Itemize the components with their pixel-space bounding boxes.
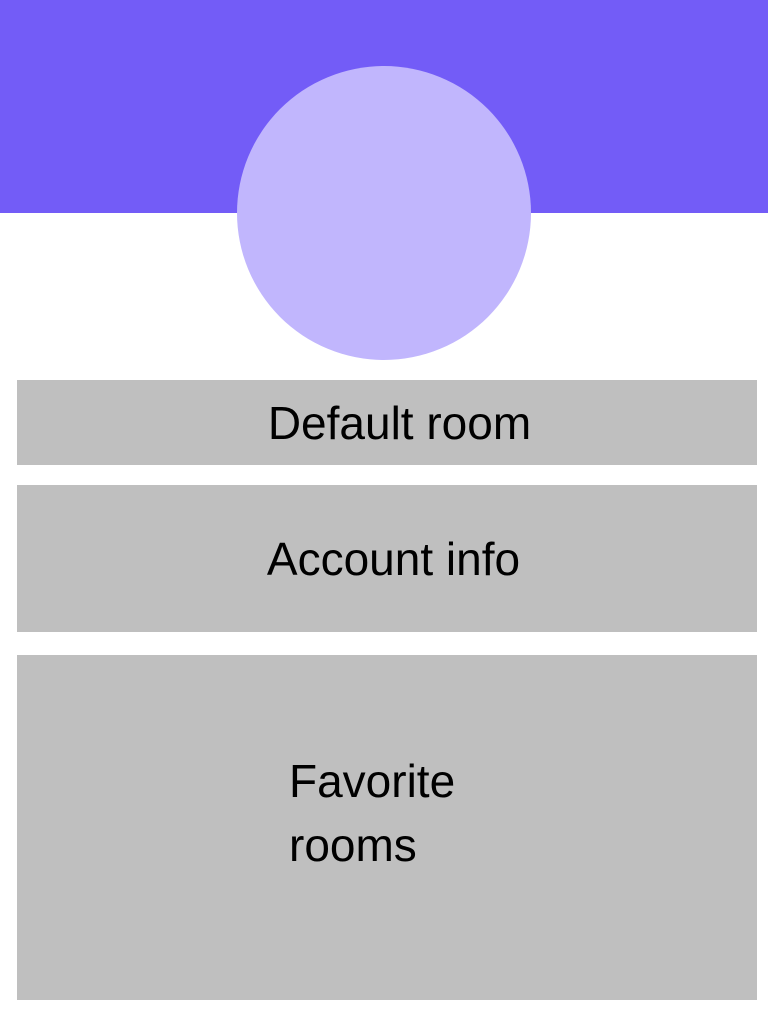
- favorite-rooms-panel[interactable]: Favorite rooms: [17, 655, 757, 1000]
- default-room-button[interactable]: Default room: [17, 380, 757, 465]
- favorite-rooms-label: Favorite rooms: [289, 755, 456, 871]
- profile-screen: Default room Account info Favorite rooms: [0, 0, 768, 1024]
- default-room-label: Default room: [267, 396, 532, 449]
- avatar[interactable]: [237, 66, 531, 360]
- account-info-button[interactable]: Account info: [17, 485, 757, 632]
- account-info-label: Account info: [266, 532, 521, 585]
